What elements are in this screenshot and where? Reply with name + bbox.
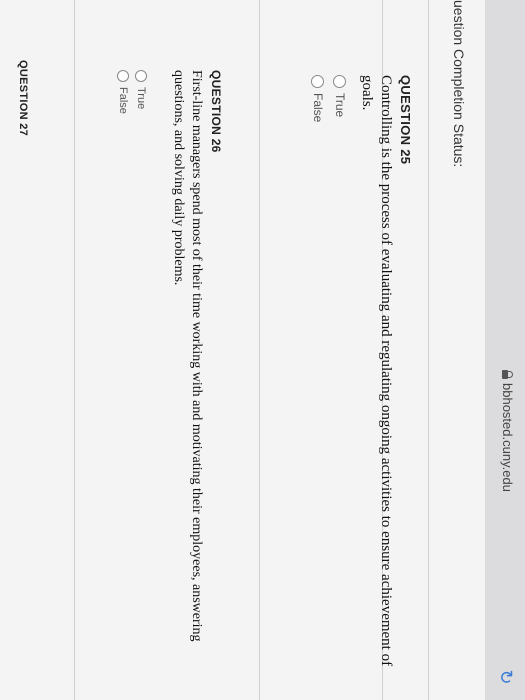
url-text: bbhosted.cuny.edu <box>500 383 515 492</box>
divider <box>428 0 429 700</box>
address-bar[interactable]: bbhosted.cuny.edu <box>500 370 515 492</box>
question-25-text-line-1: Controlling is the process of evaluating… <box>378 75 394 667</box>
question-26-option-true[interactable]: True <box>135 70 147 109</box>
option-label: True <box>333 93 347 118</box>
option-label: False <box>311 93 325 123</box>
radio-button[interactable] <box>117 70 129 82</box>
option-label: True <box>135 87 147 110</box>
rotated-page: bbhosted.cuny.edu ↻ uestion Completion S… <box>0 0 525 700</box>
question-25-text: Controlling is the process of evaluating… <box>357 75 395 695</box>
question-25-option-true[interactable]: True <box>333 75 347 117</box>
reload-icon[interactable]: ↻ <box>493 664 519 690</box>
question-26-text: First-line managers spend most of their … <box>169 70 205 695</box>
question-25-option-false[interactable]: False <box>311 75 325 122</box>
question-26-option-false[interactable]: False <box>117 70 129 114</box>
radio-button[interactable] <box>135 70 147 82</box>
lock-icon <box>502 370 513 379</box>
browser-toolbar: bbhosted.cuny.edu ↻ <box>484 0 525 700</box>
divider <box>74 0 75 700</box>
radio-button[interactable] <box>311 75 325 88</box>
question-26-text-line-1: First-line managers spend most of their … <box>189 70 204 642</box>
divider <box>259 0 260 700</box>
radio-button[interactable] <box>333 75 347 88</box>
option-label: False <box>117 87 129 114</box>
question-26-title: QUESTION 26 <box>209 70 223 153</box>
question-25-title: QUESTION 25 <box>398 75 413 165</box>
question-25-text-line-2: goals. <box>359 75 375 111</box>
question-27-title: QUESTION 27 <box>17 60 29 137</box>
question-26-text-line-2: questions, and solving daily problems. <box>171 70 186 286</box>
quiz-content: uestion Completion Status: QUESTION 25 C… <box>0 0 485 700</box>
completion-status-label: uestion Completion Status: <box>451 0 467 168</box>
